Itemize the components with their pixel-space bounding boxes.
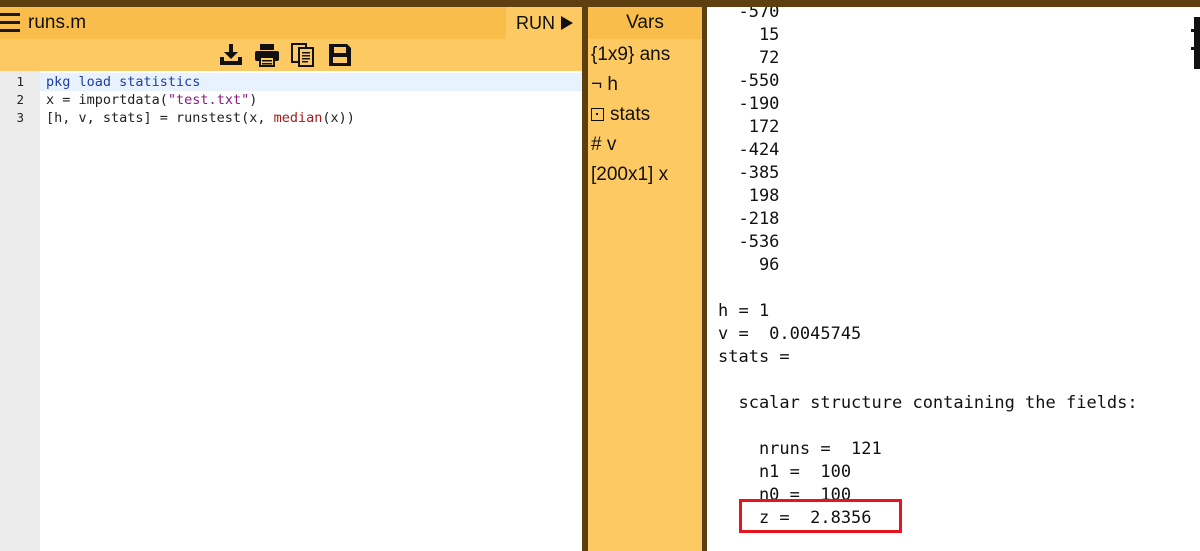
play-icon [561,16,573,30]
octave-online-app: runs.m RUN 1 2 3 pkg load statistics x =… [0,0,1200,551]
editor-pane: runs.m RUN 1 2 3 pkg load statistics x =… [0,7,582,551]
output-line: 72 [718,48,780,68]
var-name: x [658,164,669,185]
code-editor[interactable]: pkg load statistics x = importdata("test… [40,71,582,551]
struct-icon [591,108,604,121]
print-icon[interactable] [254,43,280,67]
code-line-3[interactable]: [h, v, stats] = runstest(x, median(x)) [46,109,355,127]
output-line: -424 [718,140,780,160]
hamburger-menu-icon[interactable] [0,13,20,33]
var-item-ans[interactable]: {1x9} ans [591,43,670,67]
line-number: 1 [16,74,24,89]
var-name: v [606,134,617,155]
output-line: scalar structure containing the fields: [718,393,1138,413]
run-label: RUN [516,13,555,33]
output-line: h = 1 [718,301,770,321]
output-line: -550 [718,71,780,91]
var-type: [200x1] [591,164,654,185]
var-type: {1x9} [591,44,635,65]
var-type: # [591,134,602,155]
output-line: -570 [718,7,780,22]
code-line-2[interactable]: x = importdata("test.txt") [46,91,257,109]
top-border [0,0,1200,7]
import-icon[interactable] [218,43,244,67]
editor-header: runs.m RUN [0,7,582,39]
output-line: 198 [718,186,780,206]
var-item-stats[interactable]: stats [591,103,650,127]
scrollbar-indicator[interactable] [1191,17,1200,69]
run-button[interactable]: RUN [506,7,582,39]
save-icon[interactable] [327,43,353,67]
var-name: h [607,74,618,95]
code-line-1[interactable]: pkg load statistics [46,73,200,91]
output-line: -218 [718,209,780,229]
z-value-highlight-box [739,499,902,533]
var-item-h[interactable]: ¬ h [591,73,618,97]
var-name: stats [610,104,651,125]
output-line: -536 [718,232,780,252]
editor-toolbar [0,39,582,71]
output-line: 96 [718,255,780,275]
output-line: -190 [718,94,780,114]
var-item-v[interactable]: # v [591,133,616,157]
output-line: -385 [718,163,780,183]
output-line: 15 [718,25,780,45]
line-number-gutter: 1 2 3 [0,71,40,551]
var-name: ans [639,44,671,65]
var-type: ¬ [591,74,603,95]
output-line: nruns = 121 [718,439,882,459]
line-number: 2 [16,92,24,107]
vars-pane: Vars {1x9} ans ¬ h stats # v [200x1] x [588,7,702,551]
copy-icon[interactable] [290,43,316,67]
line-number: 3 [16,110,24,125]
output-line: stats = [718,347,790,367]
vars-title: Vars [588,7,702,39]
var-item-x[interactable]: [200x1] x [591,163,668,187]
command-output-pane: -570 15 72 -550 -190 172 -424 -385 198 -… [707,7,1200,551]
file-tab-name[interactable]: runs.m [28,11,86,35]
output-line: n1 = 100 [718,462,852,482]
output-line: v = 0.0045745 [718,324,862,344]
output-line: 172 [718,117,780,137]
